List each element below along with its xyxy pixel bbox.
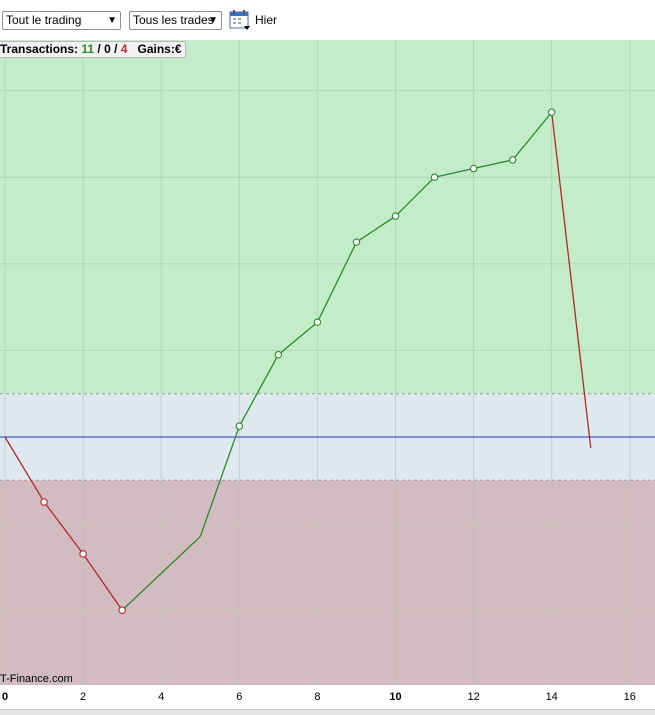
separator: / (94, 42, 105, 56)
x-tick-label: 6 (236, 691, 243, 703)
equity-point[interactable] (40, 498, 48, 506)
x-tick-label: 12 (467, 691, 480, 703)
horizontal-scrollbar[interactable] (0, 709, 655, 715)
x-tick-label: 14 (545, 691, 558, 703)
toolbar: Tout le trading ▼ Tous les trades ▼ Hier (0, 0, 655, 41)
x-axis: 0 2 4 6 8 10 12 14 16 (0, 685, 655, 709)
loss-zone (0, 480, 655, 685)
gains-value: € (174, 42, 182, 56)
x-tick-label: 0 (1, 691, 9, 703)
trades-select-value: Tous les trades (133, 13, 214, 27)
equity-point[interactable] (391, 212, 400, 220)
x-tick-label: 16 (623, 691, 636, 703)
even-count: 0 (104, 42, 111, 56)
transactions-label: Transactions: (0, 42, 79, 56)
chevron-down-icon: ▼ (107, 15, 117, 26)
date-label[interactable]: Hier (255, 13, 277, 27)
x-tick-label: 10 (389, 691, 402, 703)
chevron-down-icon: ▼ (208, 15, 218, 26)
x-tick-label: 4 (158, 691, 165, 703)
x-tick-label: 8 (314, 691, 321, 703)
equity-point[interactable] (118, 606, 126, 614)
equity-chart (0, 40, 655, 685)
watermark: T-Finance.com (0, 673, 73, 685)
equity-point[interactable] (274, 350, 283, 359)
gains-label: Gains: (137, 42, 175, 56)
transactions-summary: Transactions: 11 / 0 / 4 Gains:€ (0, 41, 186, 58)
losses-count: 4 (120, 42, 128, 56)
separator: / (110, 42, 121, 56)
x-tick-label: 2 (80, 691, 87, 703)
equity-point[interactable] (313, 318, 322, 327)
equity-point[interactable] (352, 238, 361, 246)
calendar-icon[interactable] (229, 9, 251, 31)
equity-point[interactable] (547, 108, 556, 117)
equity-point[interactable] (469, 164, 478, 173)
trades-select[interactable]: Tous les trades ▼ (129, 11, 222, 30)
equity-point[interactable] (79, 550, 87, 558)
equity-point[interactable] (508, 156, 517, 164)
equity-point[interactable] (430, 173, 439, 181)
period-select[interactable]: Tout le trading ▼ (2, 11, 121, 30)
profit-zone (0, 40, 655, 394)
period-select-value: Tout le trading (6, 13, 82, 27)
wins-count: 11 (81, 42, 95, 56)
equity-point[interactable] (235, 422, 244, 430)
